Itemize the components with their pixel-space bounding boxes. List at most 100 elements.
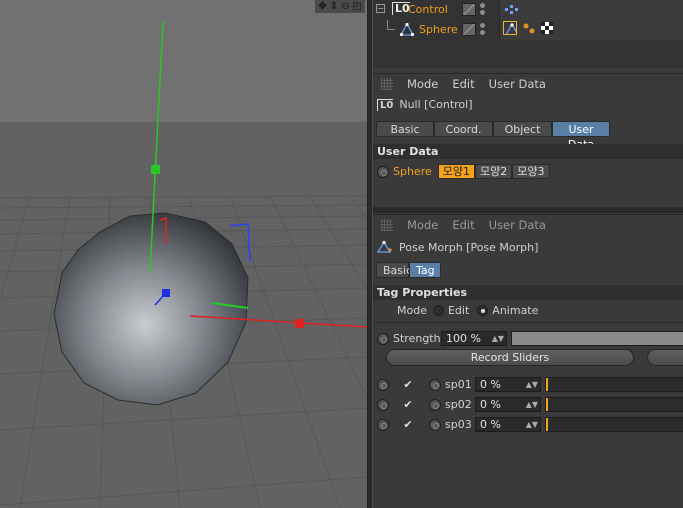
pose-name: sp01 <box>445 378 472 391</box>
pose-value-input[interactable]: 0 % ▲▼ <box>475 417 541 432</box>
pose-morph-tag-icon[interactable] <box>503 21 517 35</box>
tab-coord[interactable]: Coord. <box>434 121 493 137</box>
pose-name: sp03 <box>445 418 472 431</box>
shape-button-3[interactable]: 모양3 <box>512 164 550 179</box>
attribute-tabs: Basic Coord. Object User Data <box>376 121 610 151</box>
menu-edit[interactable]: Edit <box>452 218 474 232</box>
tab-basic[interactable]: Basic <box>376 262 412 278</box>
y-axis-handle <box>151 165 160 174</box>
move-icon[interactable]: ✥ <box>318 0 326 13</box>
pose-slider[interactable] <box>545 397 683 412</box>
viewport-scene[interactable] <box>0 0 367 508</box>
spinner-icon[interactable]: ▲▼ <box>526 378 538 392</box>
z-axis-handle <box>162 289 170 297</box>
tab-object[interactable]: Object <box>493 121 552 137</box>
tab-user-data[interactable]: User Data <box>552 121 610 151</box>
texture-tag-icon[interactable] <box>540 21 554 35</box>
divider <box>373 322 683 323</box>
collapse-icon[interactable]: − <box>376 4 385 13</box>
section-header-user-data: User Data <box>373 144 683 159</box>
spinner-icon[interactable]: ▲▼ <box>526 398 538 412</box>
maximize-icon[interactable]: ◰ <box>353 0 362 13</box>
grip-icon[interactable] <box>381 77 393 90</box>
attribute-tabs-2: Basic Tag <box>376 262 441 278</box>
3d-viewport[interactable]: ✥ ⇕ ⊙ ◰ <box>0 0 367 508</box>
menu-user-data[interactable]: User Data <box>489 77 546 91</box>
pose-enable-checkbox[interactable]: ✔ <box>402 378 414 391</box>
strength-row: Strength 100 % ▲▼ <box>377 331 683 346</box>
attribute-title-text: Null [Control] <box>399 98 473 111</box>
mode-edit-label[interactable]: Edit <box>448 304 469 317</box>
pose-slider[interactable] <box>545 377 683 392</box>
visibility-dots-icon[interactable] <box>480 3 486 15</box>
animation-keyframe-icon[interactable] <box>429 378 441 391</box>
mode-row: Mode Edit Animate <box>397 304 538 317</box>
morph-points-tag-icon[interactable] <box>522 21 536 35</box>
menu-edit[interactable]: Edit <box>452 77 474 91</box>
section-header-tag-properties: Tag Properties <box>373 285 683 300</box>
mode-edit-radio[interactable] <box>432 305 444 316</box>
animation-keyframe-icon[interactable] <box>377 398 389 411</box>
attribute-title-2: Pose Morph [Pose Morph] <box>377 240 538 254</box>
pose-value-input[interactable]: 0 % ▲▼ <box>475 377 541 392</box>
animation-keyframe-icon[interactable] <box>377 332 389 345</box>
mode-animate-label[interactable]: Animate <box>492 304 538 317</box>
null-object-icon: L0 <box>377 98 394 111</box>
grip-icon[interactable] <box>381 218 393 231</box>
secondary-button[interactable] <box>647 349 683 366</box>
menu-user-data[interactable]: User Data <box>489 218 546 232</box>
tree-line-icon <box>387 20 395 30</box>
user-data-row: Sphere 모양1 모양2 모양3 <box>377 164 550 179</box>
pose-value-input[interactable]: 0 % ▲▼ <box>475 397 541 412</box>
scale-icon[interactable]: ⇕ <box>330 0 338 13</box>
mode-label: Mode <box>397 304 427 317</box>
spinner-icon[interactable]: ▲▼ <box>492 332 504 346</box>
pose-slider[interactable] <box>545 417 683 432</box>
mode-animate-radio[interactable] <box>477 305 489 316</box>
slider-handle[interactable] <box>546 378 548 391</box>
strength-slider[interactable] <box>511 331 683 346</box>
slider-handle[interactable] <box>546 418 548 431</box>
attribute-manager-menu: Mode Edit User Data <box>373 73 683 93</box>
object-name-sphere[interactable]: Sphere <box>419 23 458 36</box>
pose-row: ✔ sp03 0 % ▲▼ <box>377 417 683 432</box>
strength-label: Strength <box>393 332 441 345</box>
tab-tag[interactable]: Tag <box>409 262 441 278</box>
pose-value: 0 % <box>480 378 501 391</box>
pose-value: 0 % <box>480 418 501 431</box>
pose-morph-tag-icon <box>377 240 392 253</box>
shape-button-1[interactable]: 모양1 <box>437 164 476 179</box>
shape-button-2[interactable]: 모양2 <box>475 164 513 179</box>
visibility-dots-icon[interactable] <box>480 23 486 35</box>
pose-enable-checkbox[interactable]: ✔ <box>402 398 414 411</box>
pose-row: ✔ sp01 0 % ▲▼ <box>377 377 683 392</box>
viewport-nav-icons: ✥ ⇕ ⊙ ◰ <box>315 0 365 13</box>
strength-input[interactable]: 100 % ▲▼ <box>441 331 507 346</box>
animation-keyframe-icon[interactable] <box>429 418 441 431</box>
pose-enable-checkbox[interactable]: ✔ <box>402 418 414 431</box>
animation-keyframe-icon[interactable] <box>377 165 389 178</box>
slider-handle[interactable] <box>546 398 548 411</box>
animation-keyframe-icon[interactable] <box>429 398 441 411</box>
strength-value: 100 % <box>446 332 481 345</box>
record-sliders-button[interactable]: Record Sliders <box>386 349 634 366</box>
layer-icon[interactable] <box>462 23 476 36</box>
layer-icon[interactable] <box>462 3 476 16</box>
animation-keyframe-icon[interactable] <box>377 378 389 391</box>
panel-divider[interactable] <box>373 207 683 213</box>
animation-keyframe-icon[interactable] <box>377 418 389 431</box>
attribute-title-text: Pose Morph [Pose Morph] <box>399 240 539 254</box>
sphere-icon <box>400 23 414 36</box>
rotate-icon[interactable]: ⊙ <box>341 0 349 13</box>
xpresso-tag-icon[interactable] <box>504 2 518 16</box>
user-data-label-sphere: Sphere <box>393 165 432 178</box>
right-panel: − L0 Control Sphere Mode Edit User Data … <box>373 0 683 508</box>
attribute-title: L0 Null [Control] <box>377 98 473 111</box>
object-name-control[interactable]: Control <box>408 3 448 16</box>
menu-mode[interactable]: Mode <box>407 218 438 232</box>
spinner-icon[interactable]: ▲▼ <box>526 418 538 432</box>
pose-name: sp02 <box>445 398 472 411</box>
tab-basic[interactable]: Basic <box>376 121 434 137</box>
menu-mode[interactable]: Mode <box>407 77 438 91</box>
tags-column <box>499 0 683 40</box>
